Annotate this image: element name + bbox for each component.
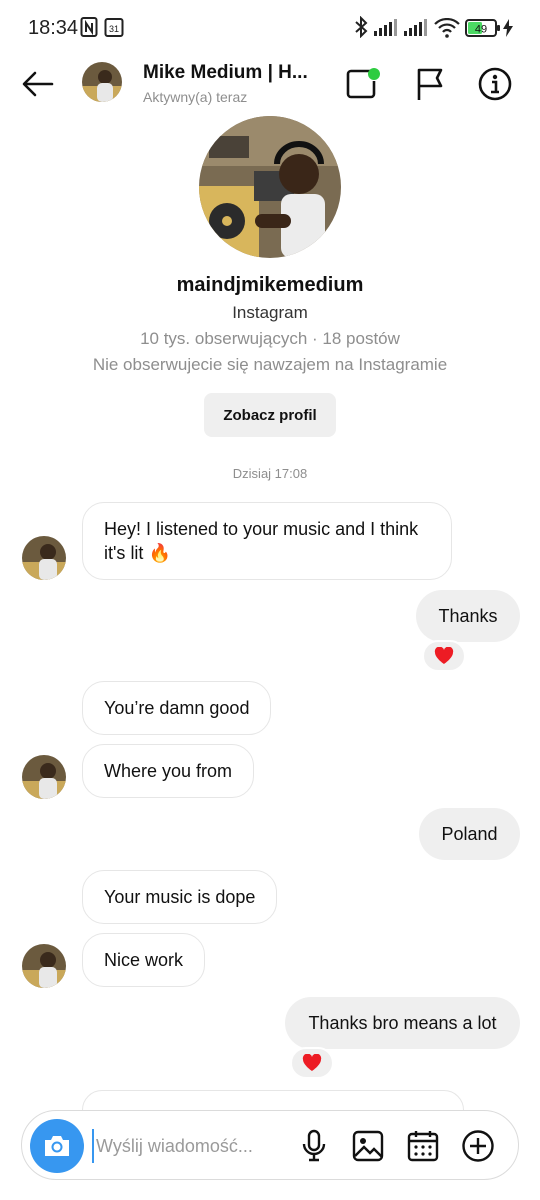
plus-circle-icon	[462, 1130, 494, 1162]
message-text: it's lit 🔥	[104, 543, 171, 563]
heart-icon	[434, 647, 454, 664]
message-text: Poland	[441, 824, 498, 844]
profile-stats: 10 tys. obserwujących · 18 postów	[140, 329, 400, 348]
message-text: Your music is dope	[104, 887, 256, 907]
sender-avatar[interactable]	[22, 536, 66, 580]
view-profile-button[interactable]: Zobacz profil	[204, 393, 336, 437]
microphone-button[interactable]	[294, 1126, 334, 1166]
camera-icon	[45, 1136, 69, 1156]
gallery-button[interactable]	[348, 1126, 388, 1166]
calendar-status-icon: 31	[104, 16, 124, 43]
message-text: Thanks bro means a lot	[308, 1013, 497, 1033]
date-separator: Dzisiaj 17:08	[232, 466, 308, 481]
bluetooth-icon	[354, 15, 368, 43]
chat-header: Mike Medium | H... Aktywny(a) teraz	[0, 56, 540, 112]
heart-reaction[interactable]	[290, 1047, 334, 1079]
message-input[interactable]	[92, 1129, 272, 1163]
incoming-message[interactable]: Your music is dope	[82, 870, 278, 924]
info-button[interactable]	[475, 64, 515, 104]
status-time: 18:34	[28, 17, 79, 39]
message-composer	[21, 1110, 519, 1180]
calendar-button[interactable]	[403, 1126, 443, 1166]
sender-avatar[interactable]	[22, 944, 66, 988]
message-text: Hey! I listened to your music and I thin…	[104, 519, 419, 539]
charging-icon	[503, 19, 513, 42]
profile-avatar[interactable]	[199, 116, 341, 258]
incoming-message[interactable]: Hey! I listened to your music and I thin…	[82, 502, 452, 580]
outgoing-message[interactable]: Thanks	[416, 590, 520, 642]
incoming-message[interactable]: Nice work	[82, 933, 206, 987]
message-text: Nice work	[104, 950, 184, 970]
profile-mutual-follow: Nie obserwujecie się nawzajem na Instagr…	[92, 355, 448, 374]
flag-button[interactable]	[410, 64, 450, 104]
message-text: Thanks	[438, 606, 498, 626]
status-bar: 18:34 31 49	[0, 0, 540, 56]
calendar-icon	[407, 1131, 439, 1162]
signal-icon-1	[374, 19, 400, 42]
message-text: Where you from	[104, 761, 233, 781]
video-call-button[interactable]	[344, 64, 384, 104]
profile-username: maindjmikemedium	[176, 274, 364, 296]
image-icon	[352, 1130, 384, 1162]
svg-text:49: 49	[475, 24, 487, 36]
camera-button[interactable]	[30, 1119, 84, 1173]
battery-icon: 49	[465, 19, 501, 42]
heart-reaction[interactable]	[422, 640, 466, 672]
message-text: You’re damn good	[104, 698, 250, 718]
active-status: Aktywny(a) teraz	[143, 89, 248, 105]
add-button[interactable]	[458, 1126, 498, 1166]
signal-icon-2	[404, 19, 430, 42]
svg-text:31: 31	[109, 24, 119, 34]
nfc-icon	[80, 16, 98, 43]
header-avatar[interactable]	[82, 62, 122, 102]
outgoing-message[interactable]: Poland	[419, 808, 520, 860]
contact-name[interactable]: Mike Medium | H...	[143, 62, 308, 84]
wifi-icon	[434, 17, 460, 43]
sender-avatar[interactable]	[22, 755, 66, 799]
incoming-message[interactable]: You’re damn good	[82, 681, 272, 735]
incoming-message[interactable]: Where you from	[82, 744, 255, 798]
heart-icon	[302, 1054, 322, 1071]
back-button[interactable]	[18, 64, 58, 104]
outgoing-message[interactable]: Thanks bro means a lot	[285, 997, 520, 1049]
profile-platform: Instagram	[232, 303, 308, 322]
microphone-icon	[302, 1129, 326, 1162]
